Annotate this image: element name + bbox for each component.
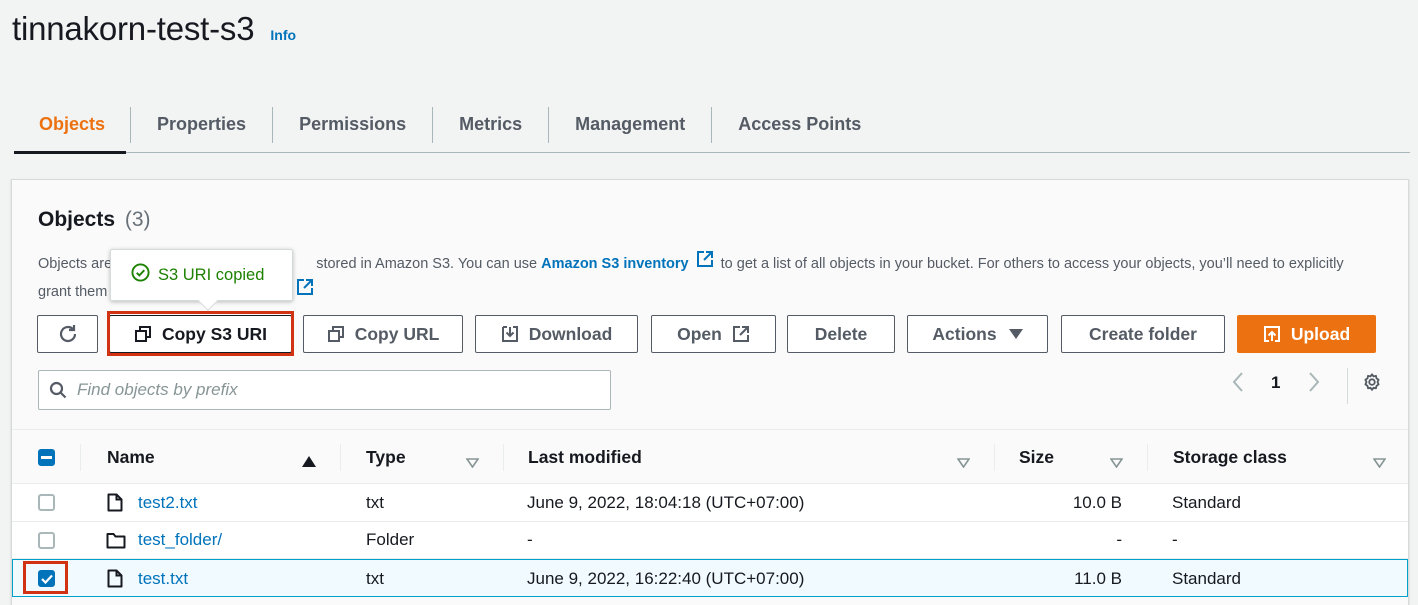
open-button[interactable]: Open — [651, 315, 776, 353]
search-input[interactable] — [77, 380, 597, 400]
description-text-end: to get a list of all objects in your buc… — [720, 256, 1344, 272]
object-type: Folder — [366, 530, 415, 549]
file-icon — [107, 560, 123, 597]
object-name-link[interactable]: test.txt — [138, 560, 188, 597]
create-folder-label: Create folder — [1089, 323, 1197, 344]
tab-objects[interactable]: Objects — [14, 107, 130, 143]
toast-arrow — [198, 291, 218, 311]
active-tab-indicator — [14, 151, 126, 154]
object-type: txt — [366, 492, 384, 512]
object-size: 10.0 B — [1072, 492, 1122, 512]
checkbox-indeterminate[interactable] — [38, 449, 55, 466]
copy-url-label: Copy URL — [354, 323, 440, 344]
page-number[interactable]: 1 — [1271, 373, 1280, 393]
external-link-icon[interactable] — [296, 278, 314, 306]
table-row[interactable]: test_folder/ Folder - - - — [12, 521, 1408, 559]
row-checkbox[interactable] — [38, 494, 55, 511]
object-name-link[interactable]: test_folder/ — [138, 522, 222, 559]
s3-inventory-link[interactable]: Amazon S3 inventory — [541, 256, 688, 272]
refresh-icon — [57, 323, 79, 345]
description-text-line2: grant them — [38, 284, 108, 301]
tab-management[interactable]: Management — [548, 106, 711, 143]
external-link-icon — [722, 325, 750, 343]
folder-icon — [106, 522, 126, 559]
table-header: Name Type Last modified Size Storage cla… — [12, 429, 1408, 484]
delete-label: Delete — [814, 323, 868, 344]
next-page-icon[interactable] — [1307, 371, 1321, 398]
row-checkbox[interactable] — [38, 531, 55, 549]
objects-heading: Objects (3) — [38, 208, 151, 232]
sort-icon[interactable] — [1109, 452, 1124, 473]
object-last-modified: June 9, 2022, 16:22:40 (UTC+07:00) — [527, 568, 805, 588]
delete-button[interactable]: Delete — [787, 315, 895, 353]
page-header: tinnakorn-test-s3 Info — [12, 10, 296, 48]
caret-down-icon — [997, 329, 1023, 339]
objects-count: (3) — [124, 208, 151, 231]
copy-icon — [327, 325, 355, 343]
table-row[interactable]: test2.txt txt June 9, 2022, 18:04:18 (UT… — [12, 484, 1408, 522]
external-link-icon — [696, 250, 714, 278]
search-icon — [49, 381, 67, 399]
success-check-icon — [131, 263, 150, 287]
copy-s3-uri-button[interactable]: Copy S3 URI — [109, 315, 292, 353]
object-size: - — [1116, 530, 1122, 549]
objects-title: Objects — [38, 208, 116, 231]
prev-page-icon[interactable] — [1231, 371, 1245, 398]
tab-properties[interactable]: Properties — [130, 106, 272, 143]
tab-metrics[interactable]: Metrics — [432, 106, 548, 143]
refresh-button[interactable] — [37, 315, 98, 353]
file-icon — [107, 484, 123, 521]
objects-panel: Objects (3) Objects are stored in Amazon… — [11, 179, 1409, 605]
upload-label: Upload — [1290, 323, 1351, 344]
bucket-title: tinnakorn-test-s3 — [12, 10, 255, 47]
tab-permissions[interactable]: Permissions — [272, 106, 432, 143]
tab-access-points[interactable]: Access Points — [711, 106, 887, 143]
sort-icon[interactable] — [465, 452, 480, 473]
column-header-size[interactable]: Size — [1019, 430, 1054, 485]
open-label: Open — [677, 323, 722, 344]
copy-s3-uri-label: Copy S3 URI — [161, 323, 268, 344]
object-last-modified: June 9, 2022, 18:04:18 (UTC+07:00) — [527, 492, 805, 512]
copy-url-button[interactable]: Copy URL — [303, 315, 463, 353]
create-folder-button[interactable]: Create folder — [1061, 315, 1225, 353]
upload-icon — [1263, 325, 1291, 343]
objects-table: Name Type Last modified Size Storage cla… — [12, 429, 1408, 597]
copy-icon — [134, 325, 162, 343]
bucket-tabs: Objects Properties Permissions Metrics M… — [14, 97, 1410, 154]
actions-dropdown[interactable]: Actions — [907, 315, 1048, 353]
description-text-mid: stored in Amazon S3. You can use — [316, 256, 538, 272]
download-label: Download — [528, 323, 613, 344]
description-text-start: Objects are — [38, 256, 113, 272]
sort-icon[interactable] — [956, 452, 971, 473]
sort-ascending-icon[interactable] — [302, 451, 316, 472]
select-all-checkbox[interactable] — [38, 430, 55, 485]
column-header-storage-class[interactable]: Storage class — [1173, 430, 1287, 485]
object-type: txt — [366, 568, 384, 588]
object-storage-class: Standard — [1172, 568, 1241, 588]
copied-toast: S3 URI copied — [110, 249, 293, 311]
actions-label: Actions — [932, 323, 997, 344]
settings-gear-icon[interactable] — [1361, 372, 1383, 399]
table-row-selected[interactable]: test.txt txt June 9, 2022, 16:22:40 (UTC… — [12, 559, 1408, 597]
download-button[interactable]: Download — [475, 315, 638, 353]
object-storage-class: Standard — [1172, 492, 1241, 512]
info-link[interactable]: Info — [270, 27, 296, 43]
column-header-name[interactable]: Name — [107, 430, 155, 485]
object-storage-class: - — [1172, 530, 1178, 549]
pager-divider — [1347, 368, 1348, 404]
object-size: 11.0 B — [1074, 568, 1122, 588]
upload-button[interactable]: Upload — [1237, 315, 1376, 353]
column-header-type[interactable]: Type — [366, 430, 406, 485]
toast-message: S3 URI copied — [158, 265, 265, 284]
column-header-last-modified[interactable]: Last modified — [528, 430, 642, 485]
object-last-modified: - — [527, 530, 533, 549]
object-name-link[interactable]: test2.txt — [138, 484, 198, 521]
row-checkbox[interactable] — [38, 570, 55, 587]
sort-icon[interactable] — [1372, 452, 1387, 473]
search-box[interactable] — [38, 370, 611, 410]
download-icon — [501, 325, 529, 343]
